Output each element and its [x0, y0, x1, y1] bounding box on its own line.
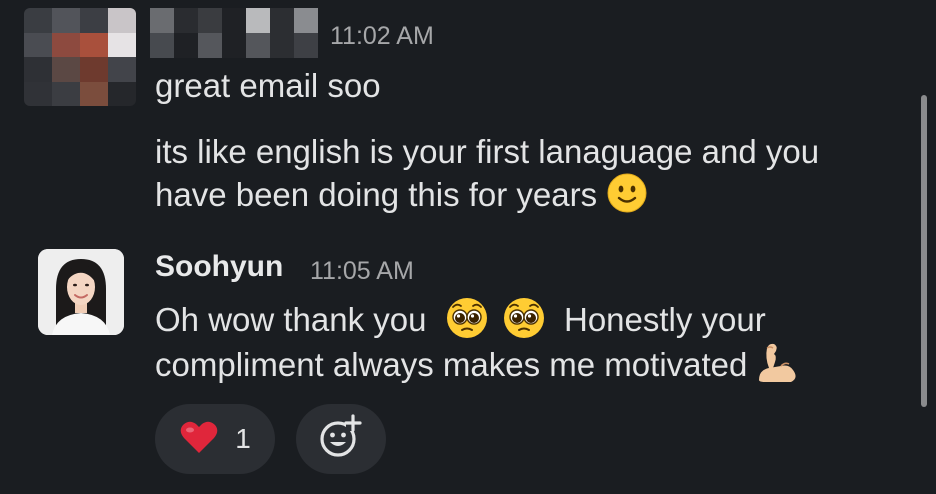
- message-text: Oh wow thank you: [155, 301, 427, 338]
- flexed-biceps-icon: [755, 340, 801, 386]
- message-text: have been doing this for years: [155, 176, 598, 213]
- heart-reaction-button[interactable]: 1: [155, 404, 275, 474]
- message-text: Honestly your: [564, 301, 766, 338]
- add-reaction-button[interactable]: [296, 404, 386, 474]
- pleading-face-icon: [446, 297, 488, 339]
- reaction-count: 1: [235, 423, 251, 454]
- message-text-line: Oh wow thank you Honestly your: [155, 297, 766, 341]
- blurred-avatar[interactable]: [24, 8, 136, 106]
- slightly-smiling-face-icon: [607, 173, 647, 213]
- message-text-line: its like english is your first lanaguage…: [155, 133, 820, 170]
- message-timestamp[interactable]: 11:02 AM: [330, 22, 434, 51]
- blurred-sender-name[interactable]: [150, 8, 318, 58]
- message-timestamp[interactable]: 11:05 AM: [310, 257, 414, 286]
- pleading-face-icon: [503, 297, 545, 339]
- message-text: compliment always makes me motivated: [155, 346, 748, 383]
- sender-avatar[interactable]: [38, 249, 124, 335]
- message-text-line: have been doing this for years: [155, 173, 647, 216]
- add-reaction-icon: [316, 412, 366, 467]
- scrollbar[interactable]: [921, 95, 927, 407]
- red-heart-icon: [179, 419, 219, 460]
- sender-name[interactable]: Soohyun: [155, 250, 283, 284]
- message-text-line: compliment always makes me motivated: [155, 340, 801, 386]
- message-text-line: great email soo: [155, 67, 381, 104]
